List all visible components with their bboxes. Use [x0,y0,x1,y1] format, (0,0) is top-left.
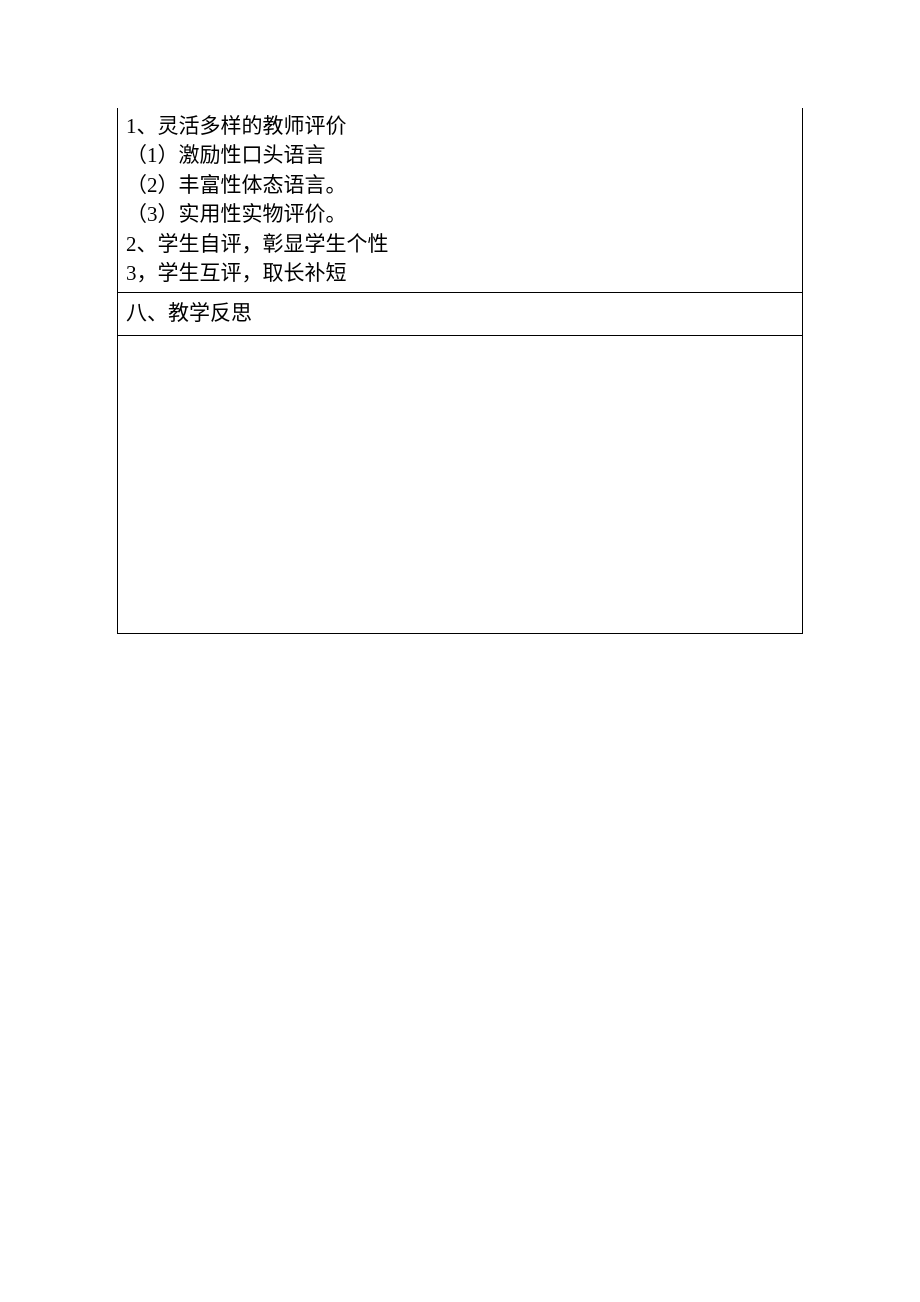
section-8-header-cell: 八、教学反思 [118,293,803,335]
text-line: （1）激励性口头语言 [126,141,794,170]
section-7-content-cell: 1、灵活多样的教师评价 （1）激励性口头语言 （2）丰富性体态语言。 （3）实用… [118,108,803,293]
text-line: （3）实用性实物评价。 [126,200,794,229]
section-8-title: 八、教学反思 [126,301,252,325]
document-table: 1、灵活多样的教师评价 （1）激励性口头语言 （2）丰富性体态语言。 （3）实用… [117,108,803,634]
text-line: 2、学生自评，彰显学生个性 [126,230,794,259]
text-line: 3，学生互评，取长补短 [126,259,794,288]
text-line: （2）丰富性体态语言。 [126,171,794,200]
section-8-content-cell [118,335,803,633]
text-line: 1、灵活多样的教师评价 [126,112,794,141]
